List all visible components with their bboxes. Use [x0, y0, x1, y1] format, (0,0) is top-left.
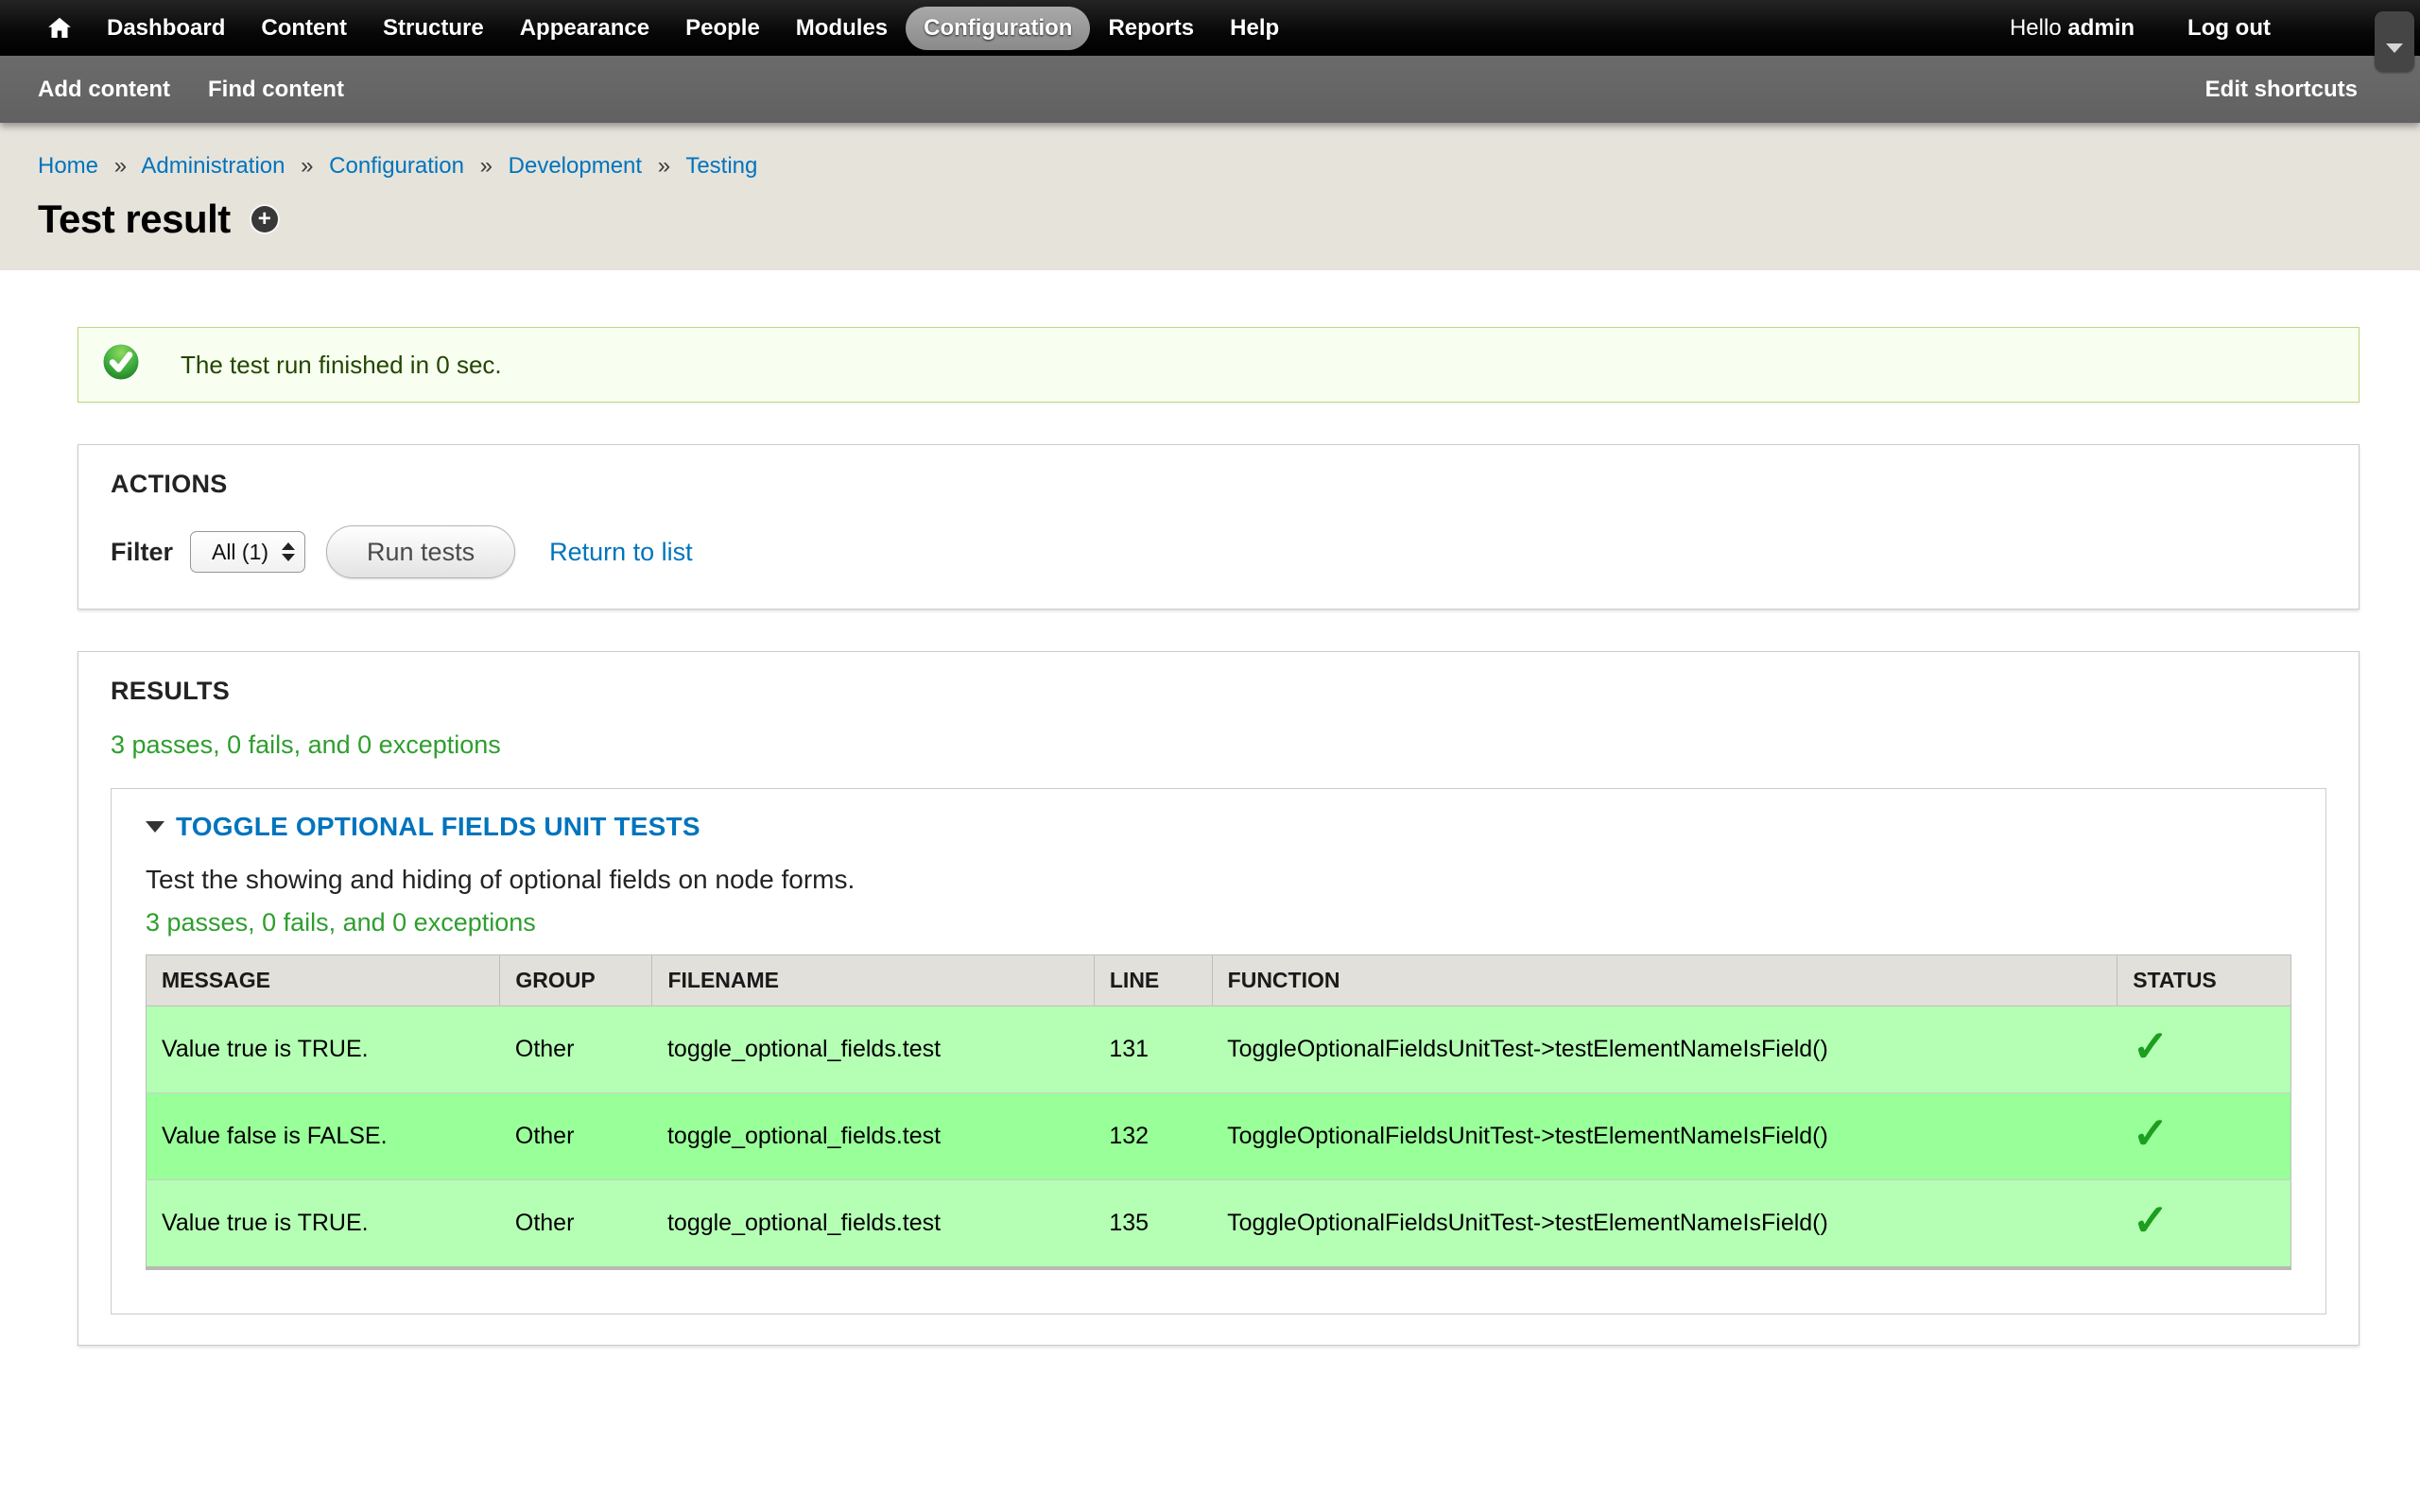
header-group: GROUP — [500, 955, 652, 1006]
breadcrumb-configuration[interactable]: Configuration — [329, 153, 464, 179]
cell-line: 135 — [1094, 1180, 1212, 1269]
test-group-description: Test the showing and hiding of optional … — [146, 865, 2291, 895]
results-summary: 3 passes, 0 fails, and 0 exceptions — [111, 730, 2326, 760]
breadcrumb-home[interactable]: Home — [38, 153, 98, 179]
toolbar-item-people[interactable]: People — [667, 7, 778, 50]
select-arrows-icon — [282, 542, 295, 561]
header-function: FUNCTION — [1212, 955, 2118, 1006]
header-message: MESSAGE — [147, 955, 500, 1006]
actions-panel: ACTIONS Filter All (1) Run tests Return … — [78, 444, 2360, 610]
toolbar-item-modules[interactable]: Modules — [778, 7, 906, 50]
toolbar-item-structure[interactable]: Structure — [365, 7, 502, 50]
pass-check-icon: ✓ — [2133, 1205, 2169, 1235]
cell-group: Other — [500, 1093, 652, 1180]
table-row: Value true is TRUE. Other toggle_optiona… — [147, 1180, 2291, 1269]
breadcrumb-administration[interactable]: Administration — [141, 153, 285, 179]
filter-label: Filter — [111, 538, 173, 567]
table-row: Value true is TRUE. Other toggle_optiona… — [147, 1006, 2291, 1093]
filter-select[interactable]: All (1) — [190, 531, 305, 573]
status-message-text: The test run finished in 0 sec. — [181, 351, 502, 380]
cell-group: Other — [500, 1180, 652, 1269]
cell-group: Other — [500, 1006, 652, 1093]
table-row: Value false is FALSE. Other toggle_optio… — [147, 1093, 2291, 1180]
page-title: Test result — [38, 197, 231, 242]
filter-select-value: All (1) — [204, 540, 276, 565]
header-line: LINE — [1094, 955, 1212, 1006]
breadcrumb-separator: » — [114, 153, 127, 179]
breadcrumb: Home » Administration » Configuration » … — [38, 153, 2382, 180]
main-content: The test run finished in 0 sec. ACTIONS … — [0, 270, 2420, 1346]
toolbar-item-configuration[interactable]: Configuration — [906, 7, 1090, 50]
toolbar-user-area: Hello admin Log out — [2010, 15, 2271, 42]
admin-toolbar: Dashboard Content Structure Appearance P… — [0, 0, 2420, 56]
test-group-fieldset: TOGGLE OPTIONAL FIELDS UNIT TESTS Test t… — [111, 788, 2326, 1314]
edit-shortcuts-link[interactable]: Edit shortcuts — [2205, 77, 2358, 103]
toolbar-drawer-toggle-button[interactable] — [2375, 11, 2414, 72]
toolbar-item-content[interactable]: Content — [243, 7, 365, 50]
pass-check-icon: ✓ — [2133, 1031, 2169, 1061]
header-filename: FILENAME — [652, 955, 1094, 1006]
breadcrumb-separator: » — [658, 153, 670, 179]
user-greeting: Hello admin — [2010, 15, 2135, 42]
greeting-prefix: Hello — [2010, 15, 2062, 41]
toolbar-item-help[interactable]: Help — [1212, 7, 1297, 50]
test-group-title: TOGGLE OPTIONAL FIELDS UNIT TESTS — [176, 812, 700, 842]
cell-function: ToggleOptionalFieldsUnitTest->testElemen… — [1212, 1006, 2118, 1093]
cell-filename: toggle_optional_fields.test — [652, 1180, 1094, 1269]
shortcut-add-content[interactable]: Add content — [38, 77, 170, 103]
shortcut-bar: Add content Find content Edit shortcuts — [0, 56, 2420, 123]
run-tests-button[interactable]: Run tests — [326, 525, 515, 578]
collapse-arrow-icon — [146, 821, 164, 833]
cell-message: Value false is FALSE. — [147, 1093, 500, 1180]
breadcrumb-development[interactable]: Development — [509, 153, 642, 179]
return-to-list-link[interactable]: Return to list — [549, 538, 693, 567]
toolbar-item-reports[interactable]: Reports — [1090, 7, 1212, 50]
cell-function: ToggleOptionalFieldsUnitTest->testElemen… — [1212, 1093, 2118, 1180]
logout-link[interactable]: Log out — [2187, 15, 2271, 42]
page-header: Home » Administration » Configuration » … — [0, 123, 2420, 270]
test-group-toggle[interactable]: TOGGLE OPTIONAL FIELDS UNIT TESTS — [146, 812, 2291, 842]
cell-filename: toggle_optional_fields.test — [652, 1006, 1094, 1093]
actions-legend: ACTIONS — [111, 470, 2326, 499]
results-legend: RESULTS — [111, 677, 2326, 706]
status-ok-icon — [101, 342, 141, 388]
toolbar-item-dashboard[interactable]: Dashboard — [89, 7, 243, 50]
cell-function: ToggleOptionalFieldsUnitTest->testElemen… — [1212, 1180, 2118, 1269]
home-icon[interactable] — [43, 12, 76, 44]
toolbar-menu: Dashboard Content Structure Appearance P… — [89, 7, 1297, 50]
add-shortcut-icon[interactable]: + — [251, 206, 278, 232]
cell-status: ✓ — [2118, 1093, 2291, 1180]
header-status: STATUS — [2118, 955, 2291, 1006]
cell-line: 131 — [1094, 1006, 1212, 1093]
chevron-down-icon — [2386, 43, 2403, 53]
breadcrumb-testing[interactable]: Testing — [685, 153, 757, 179]
username: admin — [2067, 15, 2135, 41]
table-header-row: MESSAGE GROUP FILENAME LINE FUNCTION STA… — [147, 955, 2291, 1006]
breadcrumb-separator: » — [480, 153, 493, 179]
cell-message: Value true is TRUE. — [147, 1180, 500, 1269]
toolbar-item-appearance[interactable]: Appearance — [502, 7, 667, 50]
status-message: The test run finished in 0 sec. — [78, 327, 2360, 403]
cell-message: Value true is TRUE. — [147, 1006, 500, 1093]
cell-line: 132 — [1094, 1093, 1212, 1180]
test-group-summary: 3 passes, 0 fails, and 0 exceptions — [146, 908, 2291, 937]
shortcut-find-content[interactable]: Find content — [208, 77, 344, 103]
results-table: MESSAGE GROUP FILENAME LINE FUNCTION STA… — [146, 954, 2291, 1270]
cell-status: ✓ — [2118, 1180, 2291, 1269]
cell-filename: toggle_optional_fields.test — [652, 1093, 1094, 1180]
results-panel: RESULTS 3 passes, 0 fails, and 0 excepti… — [78, 651, 2360, 1346]
breadcrumb-separator: » — [301, 153, 313, 179]
pass-check-icon: ✓ — [2133, 1118, 2169, 1148]
cell-status: ✓ — [2118, 1006, 2291, 1093]
